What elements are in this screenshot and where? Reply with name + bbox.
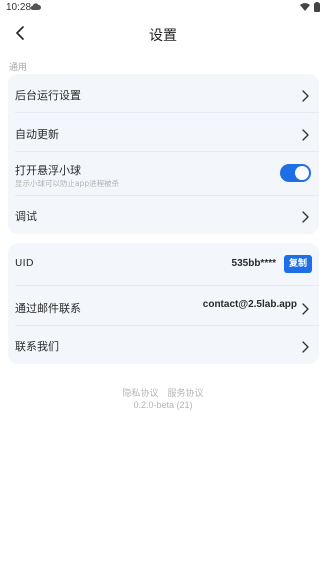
chevron-right-icon	[300, 208, 310, 223]
footer-links: 隐私协议 服务协议	[0, 386, 326, 399]
chevron-right-icon	[300, 300, 310, 315]
wifi-icon	[300, 3, 310, 11]
status-bar: 10:28	[0, 0, 326, 16]
uid-label: UID	[15, 258, 34, 269]
chevron-right-icon	[300, 87, 310, 102]
setting-description: 显示小球可以防止app进程被杀	[15, 179, 120, 188]
setting-label: 后台运行设置	[15, 89, 81, 102]
general-settings-card: 后台运行设置 自动更新 打开悬浮小球 显示小球可以防止app进程被杀 调试	[8, 74, 319, 234]
setting-row-auto-update[interactable]: 自动更新	[8, 113, 319, 151]
chevron-right-icon	[300, 126, 310, 141]
section-label-general: 通用	[9, 63, 28, 73]
app-version: 0.2.0-beta (21)	[133, 400, 193, 410]
uid-row: UID 535bb**** 复制	[8, 243, 319, 285]
setting-label: 调试	[15, 210, 37, 223]
account-card: UID 535bb**** 复制 通过邮件联系 contact@2.5lab.a…	[8, 243, 319, 364]
uid-value: 535bb****	[231, 258, 276, 269]
floating-ball-toggle[interactable]	[280, 164, 311, 182]
service-agreement-link[interactable]: 服务协议	[167, 389, 203, 399]
contact-us-label: 联系我们	[15, 340, 59, 353]
contact-us-row[interactable]: 联系我们	[8, 326, 319, 364]
email-contact-label: 通过邮件联系	[15, 302, 81, 315]
setting-row-background-run[interactable]: 后台运行设置	[8, 74, 319, 112]
setting-row-debug[interactable]: 调试	[8, 196, 319, 234]
page-title: 设置	[149, 28, 177, 44]
toggle-knob	[295, 166, 309, 180]
setting-label: 打开悬浮小球	[15, 164, 81, 177]
chevron-right-icon	[300, 338, 310, 353]
setting-row-floating-ball: 打开悬浮小球 显示小球可以防止app进程被杀	[8, 152, 319, 195]
email-contact-row[interactable]: 通过邮件联系 contact@2.5lab.app	[8, 286, 319, 325]
app-header: 设置	[0, 18, 326, 50]
status-time: 10:28	[6, 2, 32, 13]
cloud-icon	[30, 3, 41, 11]
setting-label: 自动更新	[15, 128, 59, 141]
copy-uid-button[interactable]: 复制	[284, 255, 312, 273]
email-address: contact@2.5lab.app	[202, 299, 297, 310]
battery-icon	[314, 2, 320, 12]
privacy-policy-link[interactable]: 隐私协议	[123, 389, 159, 399]
status-icons	[300, 2, 320, 12]
